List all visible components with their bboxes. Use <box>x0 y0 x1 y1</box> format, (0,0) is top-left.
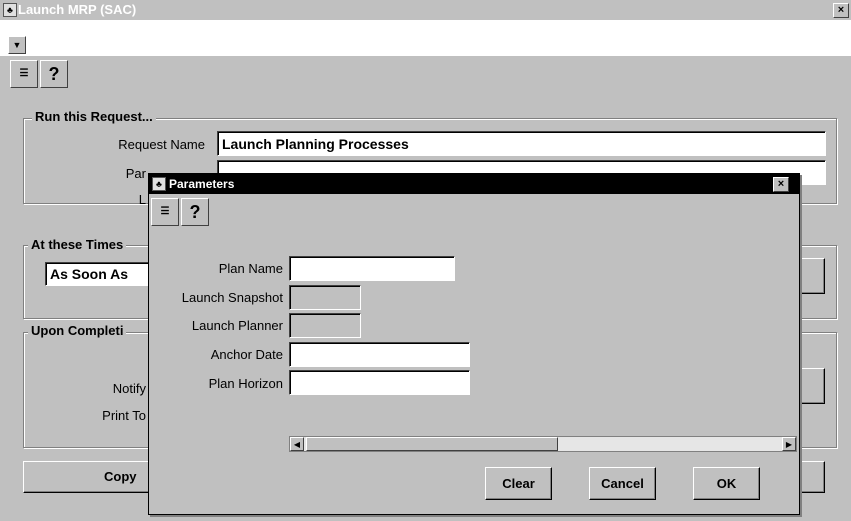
dialog-close-button[interactable]: × <box>773 177 789 192</box>
plan-horizon-field[interactable] <box>289 370 470 395</box>
launch-snapshot-field[interactable] <box>289 285 361 310</box>
ok-button[interactable]: OK <box>693 467 760 500</box>
schedule-field[interactable]: As Soon As <box>45 262 149 286</box>
help-icon[interactable]: ? <box>40 60 68 88</box>
anchor-date-label: Anchor Date <box>210 347 283 362</box>
list-icon[interactable]: ☰ <box>10 60 38 88</box>
launch-snapshot-label: Launch Snapshot <box>181 290 283 305</box>
app-icon: ♣ <box>3 3 17 17</box>
window-titlebar: ♣ Launch MRP (SAC) × <box>0 0 851 20</box>
dialog-title: Parameters <box>169 177 235 191</box>
request-name-field[interactable]: Launch Planning Processes <box>217 131 826 156</box>
cancel-button[interactable]: Cancel <box>589 467 656 500</box>
dialog-app-icon: ♣ <box>152 177 166 191</box>
copy-button[interactable]: Copy <box>23 461 163 493</box>
window-title: Launch MRP (SAC) <box>18 2 137 17</box>
parameters-label: Par <box>125 166 146 181</box>
window-close-button[interactable]: × <box>833 3 849 18</box>
dialog-list-icon[interactable]: ☰ <box>151 198 179 226</box>
chevron-down-icon[interactable]: ▼ <box>8 36 26 54</box>
options-button[interactable] <box>797 368 825 404</box>
schedule-button[interactable] <box>797 258 825 294</box>
scroll-right-icon[interactable]: ▶ <box>782 437 796 451</box>
scroll-left-icon[interactable]: ◀ <box>290 437 304 451</box>
request-name-label: Request Name <box>118 137 205 152</box>
launch-planner-label: Launch Planner <box>191 318 283 333</box>
clear-button[interactable]: Clear <box>485 467 552 500</box>
dialog-help-icon[interactable]: ? <box>181 198 209 226</box>
scroll-thumb[interactable] <box>306 437 558 451</box>
horizontal-scrollbar[interactable]: ◀ ▶ <box>289 436 797 452</box>
dialog-titlebar: ♣ Parameters × <box>149 174 799 194</box>
menu-strip <box>0 20 851 56</box>
anchor-date-field[interactable] <box>289 342 470 367</box>
plan-name-label: Plan Name <box>218 261 283 276</box>
times-title: At these Times <box>28 237 127 252</box>
print-to-label: Print To <box>102 408 146 423</box>
parameters-dialog: ♣ Parameters × ☰ ? <box>148 173 800 515</box>
language-label: L <box>138 192 146 207</box>
run-request-title: Run this Request... <box>32 109 156 124</box>
launch-planner-field[interactable] <box>289 313 361 338</box>
plan-horizon-label: Plan Horizon <box>208 376 283 391</box>
completion-title: Upon Completi <box>28 323 127 338</box>
submit-button-partial[interactable] <box>797 461 825 493</box>
plan-name-field[interactable] <box>289 256 455 281</box>
notify-label: Notify <box>112 381 146 396</box>
